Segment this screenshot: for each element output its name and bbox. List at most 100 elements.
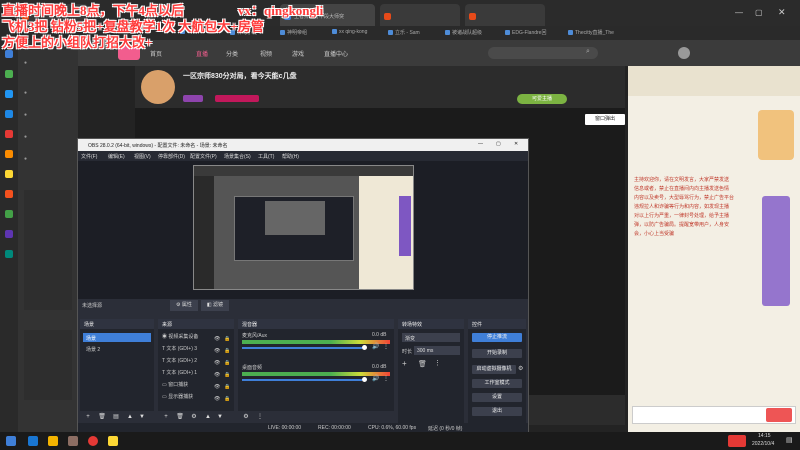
nav-item[interactable]: ●: [24, 134, 27, 140]
bookmark-item[interactable]: 被诸战队超级: [445, 29, 482, 36]
scene-item[interactable]: 场景 2: [83, 344, 151, 353]
source-item[interactable]: T 文本 (GDI+) 2: [162, 357, 197, 364]
sidebar-app-icon[interactable]: [5, 130, 13, 138]
speaker-icon[interactable]: 🔊: [372, 343, 379, 350]
add-icon[interactable]: +: [162, 413, 170, 421]
taskbar-app-icon[interactable]: [28, 436, 38, 446]
studio-mode-button[interactable]: 工作室模式: [472, 379, 522, 388]
virtual-camera-button[interactable]: 启动虚拟摄像机: [472, 365, 516, 374]
sidebar-app-icon[interactable]: [5, 170, 13, 178]
more-icon[interactable]: ⋮: [383, 343, 389, 350]
sidebar-app-icon[interactable]: [5, 90, 13, 98]
menu-edit[interactable]: 编辑(E): [108, 153, 125, 160]
add-icon[interactable]: +: [402, 359, 407, 368]
gear-icon[interactable]: ⚙: [242, 413, 250, 421]
trash-icon[interactable]: 🗑: [176, 413, 184, 421]
more-icon[interactable]: ⋮: [383, 375, 389, 382]
sidebar-app-icon[interactable]: [5, 50, 13, 58]
gift-panel[interactable]: [762, 196, 790, 306]
obs-taskbar-icon[interactable]: [88, 436, 98, 446]
menu-view[interactable]: 视图(V): [134, 153, 151, 160]
speaker-icon[interactable]: 🔊: [372, 375, 379, 382]
nav-item[interactable]: ●: [24, 60, 27, 66]
settings-button[interactable]: 设置: [472, 393, 522, 402]
gear-icon[interactable]: ⚙: [518, 365, 523, 372]
scene-item[interactable]: 场景: [83, 333, 151, 342]
bookmark-item[interactable]: Thecitty直播_The: [568, 29, 614, 36]
taskbar-app-icon[interactable]: [108, 436, 118, 446]
close-icon[interactable]: ✕: [514, 141, 518, 147]
trash-icon[interactable]: 🗑: [98, 413, 106, 421]
sidebar-app-icon[interactable]: [5, 210, 13, 218]
duration-input[interactable]: 300 ms: [414, 346, 460, 355]
nav-item[interactable]: ●: [24, 156, 27, 162]
start-recording-button[interactable]: 开始录制: [472, 349, 522, 358]
popout-button[interactable]: 窗口弹出: [585, 114, 625, 125]
search-icon[interactable]: ⌕: [586, 48, 590, 56]
menu-scene-collection[interactable]: 场景集合(S): [224, 153, 251, 160]
source-item[interactable]: ▭ 显示器捕获: [162, 393, 193, 400]
nav-link-category[interactable]: 分类: [226, 49, 238, 58]
maximize-icon[interactable]: ▢: [496, 141, 501, 147]
obs-preview[interactable]: [78, 161, 528, 301]
bookmark-item[interactable]: 立乐 - Sam: [388, 29, 420, 36]
menu-profile[interactable]: 配置文件(P): [190, 153, 217, 160]
menu-docks[interactable]: 停靠部件(D): [158, 153, 185, 160]
taskbar-app-icon[interactable]: [68, 436, 78, 446]
menu-file[interactable]: 文件(F): [81, 153, 97, 160]
notification-icon[interactable]: ▤: [786, 436, 793, 444]
more-icon[interactable]: ⋮: [434, 359, 441, 367]
maximize-icon[interactable]: ▢: [755, 8, 763, 17]
sidebar-app-icon[interactable]: [5, 110, 13, 118]
source-item[interactable]: T 文本 (GDI+) 1: [162, 369, 197, 376]
volume-slider[interactable]: [242, 379, 362, 381]
send-button[interactable]: [766, 408, 792, 422]
volume-slider[interactable]: [242, 347, 362, 349]
visibility-icons[interactable]: 👁 👁 👁 👁 👁 👁: [214, 333, 220, 405]
streamer-avatar[interactable]: [141, 70, 175, 104]
trash-icon[interactable]: 🗑: [418, 360, 427, 368]
minimize-icon[interactable]: —: [478, 141, 483, 147]
bookmark-item[interactable]: 神明帝组: [280, 29, 307, 36]
browser-tab[interactable]: [465, 4, 545, 26]
sidebar-app-icon[interactable]: [5, 150, 13, 158]
nav-item[interactable]: ●: [24, 112, 27, 118]
windows-start-icon[interactable]: [6, 436, 16, 446]
nav-link-live[interactable]: 直播: [196, 49, 208, 58]
exit-button[interactable]: 退出: [472, 407, 522, 416]
sidebar-app-icon[interactable]: [5, 230, 13, 238]
close-icon[interactable]: ✕: [778, 7, 786, 18]
move-down-icon[interactable]: ▼: [138, 413, 146, 421]
properties-button[interactable]: ⚙ 属性: [170, 300, 198, 311]
move-up-icon[interactable]: ▲: [204, 413, 212, 421]
browser-tab[interactable]: [380, 4, 460, 26]
bookmark-item[interactable]: xx qing-kong: [332, 29, 367, 35]
clock-time[interactable]: 14:15: [758, 433, 771, 439]
sidebar-app-icon[interactable]: [5, 70, 13, 78]
avatar[interactable]: [678, 47, 690, 59]
lock-icons[interactable]: 🔒 🔒 🔒 🔒 🔒 🔒: [224, 333, 230, 405]
menu-help[interactable]: 帮助(H): [282, 153, 299, 160]
filters-button[interactable]: ◧ 滤镜: [201, 300, 229, 311]
source-item[interactable]: ◉ 视频采集设备: [162, 333, 198, 340]
gear-icon[interactable]: ⚙: [190, 413, 198, 421]
clock-date[interactable]: 2022/10/4: [752, 441, 774, 447]
nav-link-center[interactable]: 直播中心: [324, 49, 348, 58]
move-down-icon[interactable]: ▼: [216, 413, 224, 421]
slider-thumb[interactable]: [362, 345, 367, 350]
stop-streaming-button[interactable]: 停止推流: [472, 333, 522, 342]
tag-badge[interactable]: 可爱主播: [517, 94, 567, 104]
source-item[interactable]: T 文本 (GDI+) 3: [162, 345, 197, 352]
search-input[interactable]: [488, 47, 598, 59]
sidebar-app-icon[interactable]: [5, 190, 13, 198]
move-up-icon[interactable]: ▲: [126, 413, 134, 421]
minimize-icon[interactable]: —: [735, 8, 743, 17]
more-icon[interactable]: ⋮: [256, 413, 264, 421]
filter-icon[interactable]: ▤: [112, 413, 120, 421]
transition-select[interactable]: 渐变: [402, 333, 460, 342]
nav-item[interactable]: ●: [24, 90, 27, 96]
tray-app-icon[interactable]: [728, 435, 746, 447]
slider-thumb[interactable]: [362, 377, 367, 382]
add-icon[interactable]: +: [84, 413, 92, 421]
source-item[interactable]: ▭ 窗口捕获: [162, 381, 188, 388]
